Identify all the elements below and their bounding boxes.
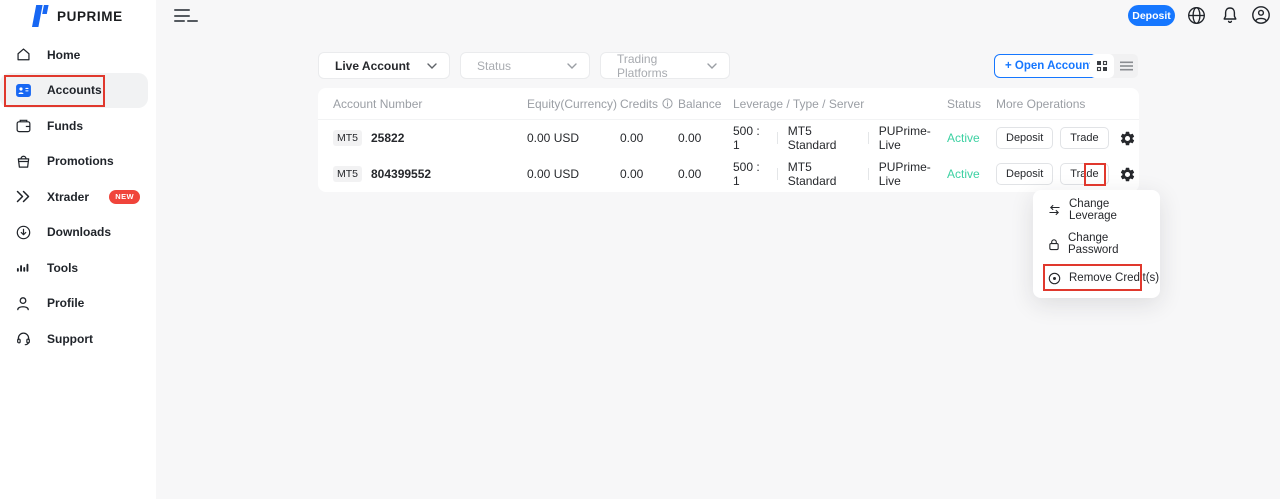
sidebar-item-support[interactable]: Support	[0, 321, 156, 357]
bars-icon	[15, 261, 31, 274]
sidebar-nav: Home Accounts Funds Promotions Xt	[0, 37, 156, 357]
headset-icon	[15, 331, 31, 346]
equity-value: 0.00 USD	[527, 131, 620, 145]
menu-item-remove-credits[interactable]: Remove Credit(s)	[1033, 261, 1160, 295]
account-number: 25822	[371, 131, 404, 145]
status-placeholder: Status	[477, 59, 511, 73]
swap-arrows-icon	[1048, 204, 1061, 216]
bell-icon[interactable]	[1221, 6, 1239, 25]
row-deposit-button[interactable]: Deposit	[996, 163, 1053, 185]
row-trade-button[interactable]: Trade	[1060, 127, 1108, 149]
puprime-logo-icon	[29, 4, 50, 28]
row-deposit-button[interactable]: Deposit	[996, 127, 1053, 149]
trading-platforms-select[interactable]: Trading Platforms	[600, 52, 730, 79]
chevron-down-icon	[707, 63, 717, 69]
balance-value: 0.00	[678, 131, 733, 145]
sidebar-item-xtrader[interactable]: Xtrader NEW	[0, 179, 156, 215]
sidebar-item-profile[interactable]: Profile	[0, 286, 156, 322]
account-circle-icon[interactable]	[1251, 5, 1271, 25]
sidebar: PUPRIME Home Accounts Funds Promotions	[0, 0, 156, 499]
grid-view-icon[interactable]	[1090, 54, 1114, 78]
double-chevron-icon	[15, 190, 31, 203]
col-credits: Credits	[620, 97, 658, 111]
status-select[interactable]: Status	[460, 52, 590, 79]
brand-name: PUPRIME	[57, 9, 123, 24]
table-row: MT5 804399552 0.00 USD 0.00 0.00 500 : 1…	[318, 156, 1139, 192]
chevron-down-icon	[427, 63, 437, 69]
sidebar-item-label: Downloads	[47, 225, 111, 239]
equity-value: 0.00 USD	[527, 167, 620, 181]
sidebar-item-funds[interactable]: Funds	[0, 108, 156, 144]
menu-item-label: Change Password	[1068, 232, 1160, 256]
server-value: PUPrime-Live	[879, 160, 947, 188]
account-type-select[interactable]: Live Account	[318, 52, 450, 79]
sidebar-item-label: Xtrader	[47, 190, 89, 204]
sidebar-item-label: Funds	[47, 119, 83, 133]
credits-value: 0.00	[620, 131, 678, 145]
col-equity: Equity(Currency)	[527, 97, 620, 111]
globe-icon[interactable]	[1187, 6, 1206, 25]
view-mode-toggle	[1090, 54, 1138, 78]
account-type-value: Live Account	[335, 59, 410, 73]
info-icon[interactable]	[662, 98, 673, 109]
gear-icon[interactable]	[1119, 166, 1136, 183]
sidebar-item-label: Promotions	[47, 154, 114, 168]
account-type-value: MT5 Standard	[788, 160, 868, 188]
menu-item-label: Change Leverage	[1069, 198, 1160, 222]
sidebar-item-label: Accounts	[47, 83, 102, 97]
col-status: Status	[947, 97, 996, 111]
sidebar-item-downloads[interactable]: Downloads	[0, 215, 156, 251]
sidebar-item-home[interactable]: Home	[0, 37, 156, 73]
platform-badge: MT5	[333, 130, 362, 146]
account-number: 804399552	[371, 167, 431, 181]
lock-icon	[1048, 238, 1060, 251]
menu-item-label: Remove Credit(s)	[1069, 272, 1159, 284]
remove-credit-icon	[1048, 272, 1061, 285]
server-value: PUPrime-Live	[879, 124, 947, 152]
status-badge: Active	[947, 167, 996, 181]
download-circle-icon	[15, 225, 31, 240]
sidebar-toggle-hamburger-icon[interactable]	[174, 9, 190, 22]
accounts-table: Account Number Equity(Currency) Credits …	[318, 88, 1139, 192]
credits-value: 0.00	[620, 167, 678, 181]
trading-platforms-placeholder: Trading Platforms	[617, 52, 707, 80]
sidebar-item-tools[interactable]: Tools	[0, 250, 156, 286]
deposit-button[interactable]: Deposit	[1128, 5, 1175, 26]
gear-icon[interactable]	[1119, 130, 1136, 147]
open-account-button[interactable]: + Open Account	[994, 54, 1104, 78]
table-row: MT5 25822 0.00 USD 0.00 0.00 500 : 1 MT5…	[318, 120, 1139, 156]
status-badge: Active	[947, 131, 996, 145]
sidebar-item-label: Tools	[47, 261, 78, 275]
chevron-down-icon	[567, 63, 577, 69]
new-badge: NEW	[109, 190, 140, 204]
leverage-value: 500 : 1	[733, 124, 777, 152]
sidebar-item-label: Profile	[47, 296, 84, 310]
table-header-row: Account Number Equity(Currency) Credits …	[318, 88, 1139, 120]
gift-bag-icon	[15, 154, 31, 169]
person-icon	[15, 296, 31, 311]
sidebar-item-promotions[interactable]: Promotions	[0, 144, 156, 180]
balance-value: 0.00	[678, 167, 733, 181]
brand-logo[interactable]: PUPRIME	[29, 4, 123, 28]
account-operations-menu: Change Leverage Change Password Remove C…	[1033, 190, 1160, 298]
sidebar-item-label: Home	[47, 48, 80, 62]
home-icon	[15, 47, 31, 62]
col-balance: Balance	[678, 97, 733, 111]
platform-badge: MT5	[333, 166, 362, 182]
list-view-icon[interactable]	[1114, 54, 1138, 78]
col-leverage-type-server: Leverage / Type / Server	[733, 97, 947, 111]
row-trade-button[interactable]: Trade	[1060, 163, 1108, 185]
menu-item-change-password[interactable]: Change Password	[1033, 227, 1160, 261]
menu-item-change-leverage[interactable]: Change Leverage	[1033, 193, 1160, 227]
sidebar-item-accounts[interactable]: Accounts	[0, 73, 148, 109]
col-account-number: Account Number	[333, 97, 527, 111]
sidebar-item-label: Support	[47, 332, 93, 346]
account-type-value: MT5 Standard	[788, 124, 868, 152]
wallet-icon	[15, 119, 31, 133]
leverage-value: 500 : 1	[733, 160, 777, 188]
id-card-icon	[15, 84, 31, 97]
col-more-operations: More Operations	[996, 97, 1129, 111]
